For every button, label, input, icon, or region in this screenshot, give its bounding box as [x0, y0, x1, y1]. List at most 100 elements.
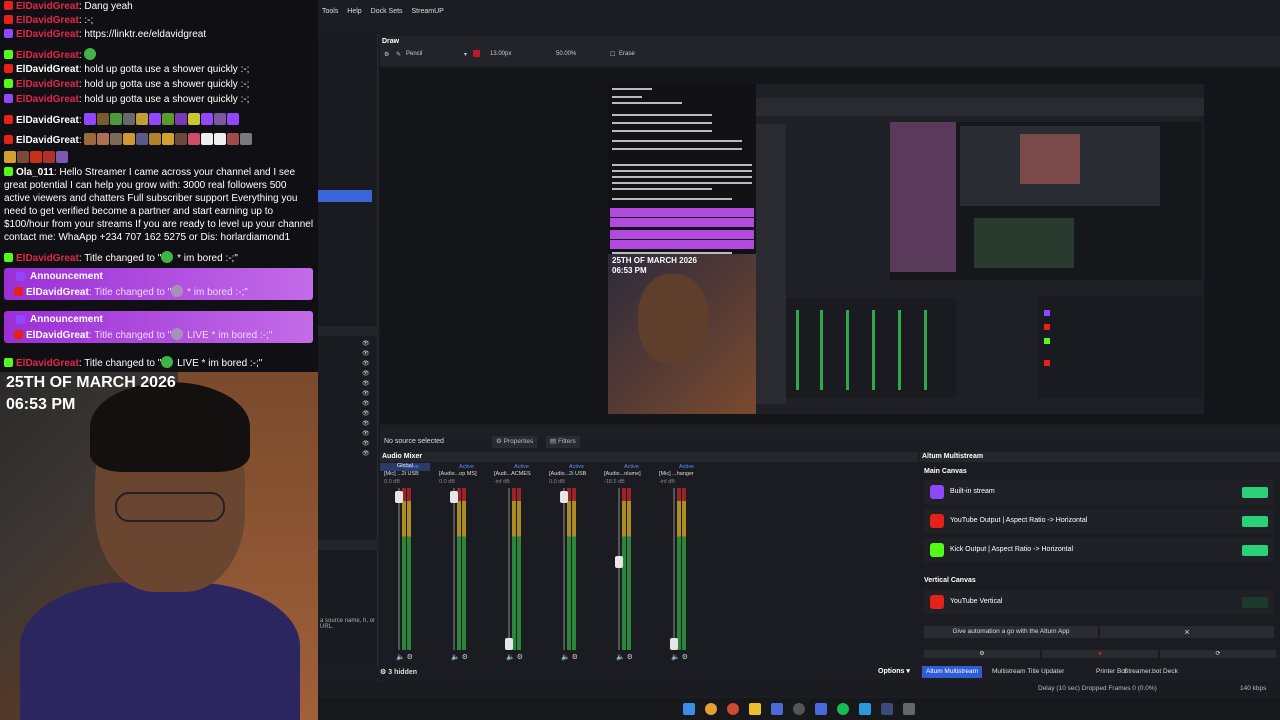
webcam-feed: 25TH OF MARCH 2026 06:53 PM	[0, 372, 318, 720]
stream-toggle[interactable]	[1242, 597, 1268, 608]
app-icon[interactable]	[903, 703, 915, 715]
volume-fader[interactable]	[560, 491, 568, 503]
kick-badge-icon	[4, 358, 13, 367]
filter-icon: ▤	[550, 438, 558, 445]
color-swatch[interactable]	[473, 50, 480, 57]
visibility-icon[interactable]: 👁	[362, 450, 376, 457]
app-icon[interactable]	[881, 703, 893, 715]
stream-toggle[interactable]	[1242, 545, 1268, 556]
speaker-icon[interactable]: 🔈 ⚙	[396, 653, 413, 661]
browser-icon[interactable]	[727, 703, 739, 715]
chat-text: LIVE * im bored :-;"	[184, 330, 273, 341]
file-explorer-icon[interactable]	[749, 703, 761, 715]
speaker-icon[interactable]: 🔈 ⚙	[671, 653, 688, 661]
channel-name: [Mic] ...hanger	[659, 471, 694, 477]
emote-icon	[17, 151, 29, 163]
bitrate: 140 kbps	[1240, 685, 1267, 692]
properties-label: Properties	[503, 438, 534, 445]
tab-altum-multistream[interactable]: Altum Multistream	[922, 666, 983, 678]
app-icon[interactable]	[859, 703, 871, 715]
chevron-down-icon[interactable]: ▾	[464, 51, 467, 58]
speaker-icon[interactable]: 🔈 ⚙	[506, 653, 523, 661]
windows-start-icon[interactable]	[683, 703, 695, 715]
emote-icon	[30, 151, 42, 163]
visibility-icon[interactable]: 👁	[362, 420, 376, 427]
preview-date: 25TH OF MARCH 2026	[612, 256, 697, 265]
emote-icon	[149, 113, 162, 125]
visibility-icon[interactable]: 👁	[362, 350, 376, 357]
level-meter	[572, 488, 576, 650]
menu-streamup[interactable]: StreamUP	[412, 8, 444, 15]
channel-name: [Audio...2i USB	[549, 471, 587, 477]
hidden-count[interactable]: ⚙ 3 hidden	[380, 668, 417, 676]
volume-fader[interactable]	[615, 555, 623, 568]
speaker-icon[interactable]: 🔈 ⚙	[451, 653, 468, 661]
refresh-icon[interactable]: ⟳	[1160, 650, 1276, 658]
filters-button[interactable]: ▤ Filters	[546, 436, 580, 448]
stream-toggle[interactable]	[1242, 516, 1268, 527]
obs-icon[interactable]	[793, 703, 805, 715]
fader-track	[453, 488, 455, 650]
volume-fader[interactable]	[450, 491, 458, 503]
channel-db: -inf dB	[659, 479, 675, 485]
tab-streamerbot-deck[interactable]: Streamer.bot Deck	[1120, 666, 1182, 678]
stream-toggle[interactable]	[1242, 487, 1268, 498]
chat-message-spam: Ola_011: Hello Streamer I came across yo…	[4, 166, 314, 244]
volume-fader[interactable]	[670, 638, 678, 650]
visibility-icon[interactable]: 👁	[362, 360, 376, 367]
channel-db: -inf dB	[494, 479, 510, 485]
options-button[interactable]: Options ▾	[878, 667, 910, 675]
close-icon[interactable]: ×	[1100, 626, 1274, 638]
erase-checkbox[interactable]: ☐	[610, 51, 615, 58]
properties-button[interactable]: ⚙ Properties	[492, 436, 538, 448]
spotify-icon[interactable]	[837, 703, 849, 715]
brush-size-input[interactable]: 13.00px	[490, 51, 511, 57]
visibility-icon[interactable]: 👁	[362, 390, 376, 397]
menu-help[interactable]: Help	[347, 8, 361, 15]
emote-icon	[110, 113, 123, 125]
tab-multistream-title-updater[interactable]: Multistream Title Updater	[988, 666, 1068, 678]
emote-icon	[227, 113, 240, 125]
speaker-icon[interactable]: 🔈 ⚙	[616, 653, 633, 661]
level-meter	[622, 488, 626, 650]
visibility-icon[interactable]: 👁	[362, 370, 376, 377]
overlay-time: 06:53 PM	[6, 396, 76, 413]
speaker-icon[interactable]: 🔈 ⚙	[561, 653, 578, 661]
visibility-icon[interactable]: 👁	[362, 440, 376, 447]
altum-app-button[interactable]: Give automation a go with the Altum App	[924, 626, 1098, 638]
emote-icon	[161, 356, 174, 368]
chat-text: : Title changed to "	[88, 330, 172, 341]
youtube-badge-icon	[4, 15, 13, 24]
menu-dock-sets[interactable]: Dock Sets	[371, 8, 403, 15]
settings-icon[interactable]: ⚙	[384, 51, 389, 58]
level-meter	[457, 488, 461, 650]
visibility-icon[interactable]: 👁	[362, 380, 376, 387]
chrome-icon[interactable]	[705, 703, 717, 715]
app-icon[interactable]	[815, 703, 827, 715]
selected-scene-item[interactable]	[318, 190, 372, 202]
altum-multistream-panel: Altum Multistream Main Canvas Built-in s…	[920, 452, 1280, 666]
chat-text: : Title changed to "	[78, 358, 162, 369]
record-icon[interactable]: ●	[1042, 650, 1158, 658]
tool-select[interactable]: Pencil	[406, 51, 422, 57]
visibility-icon[interactable]: 👁	[362, 410, 376, 417]
preview-face	[638, 274, 708, 364]
youtube-badge-icon	[4, 1, 13, 10]
volume-fader[interactable]	[395, 491, 403, 503]
output-row-kick: Kick Output | Aspect Ratio -> Horizontal	[924, 538, 1274, 562]
visibility-icon[interactable]: 👁	[362, 340, 376, 347]
settings-icon[interactable]: ⚙	[924, 650, 1040, 658]
app-icon[interactable]	[771, 703, 783, 715]
chat-message: ElDavidGreat: hold up gotta use a shower…	[4, 78, 249, 91]
channel-active-label: Active	[569, 464, 584, 470]
channel-active-label: Active	[404, 464, 419, 470]
program-preview[interactable]: 25TH OF MARCH 2026 06:53 PM	[380, 68, 1280, 424]
emote-icon	[201, 133, 214, 145]
visibility-icon[interactable]: 👁	[362, 400, 376, 407]
menu-tools[interactable]: Tools	[322, 8, 338, 15]
volume-fader[interactable]	[505, 638, 513, 650]
visibility-icon[interactable]: 👁	[362, 430, 376, 437]
output-row-builtin: Built-in stream	[924, 480, 1274, 504]
opacity-input[interactable]: 50.00%	[556, 51, 576, 57]
pencil-icon[interactable]: ✎	[396, 51, 401, 58]
